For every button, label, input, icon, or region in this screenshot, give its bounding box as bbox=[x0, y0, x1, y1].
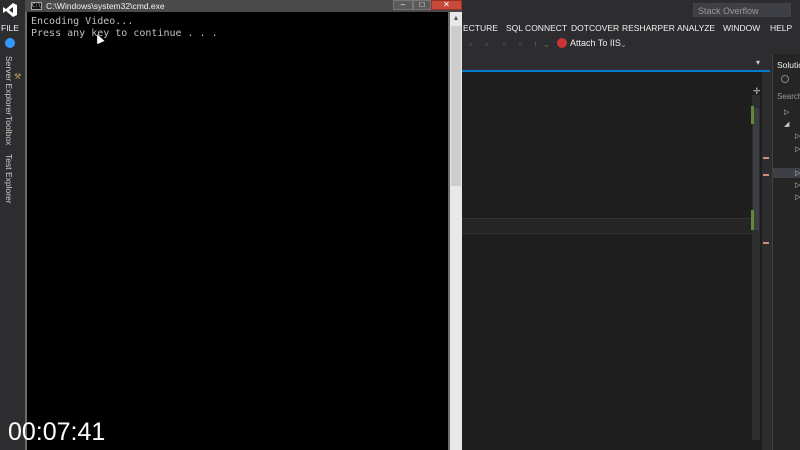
pin-icon[interactable]: ⚒ bbox=[14, 72, 21, 81]
toolbar-button-icon[interactable]: ▫ bbox=[482, 40, 491, 49]
back-button-icon[interactable] bbox=[781, 75, 789, 83]
tab-test-explorer[interactable]: Test Explorer bbox=[4, 154, 14, 204]
collapse-arrow-icon[interactable]: ◢ bbox=[784, 120, 789, 128]
menu-resharper[interactable]: RESHARPER bbox=[622, 23, 675, 33]
menu-window[interactable]: WINDOW bbox=[723, 23, 760, 33]
recording-timer: 00:07:41 bbox=[8, 418, 106, 446]
vs-left-tool-strip: ⚒ Server Explorer Toolbox Test Explorer bbox=[0, 36, 26, 450]
console-text: Encoding Video... Press any key to contin… bbox=[31, 16, 218, 40]
expand-arrow-icon[interactable]: ▷ bbox=[795, 181, 800, 189]
solution-search-input[interactable]: Search bbox=[777, 92, 800, 101]
tab-toolbox[interactable]: Toolbox bbox=[4, 116, 14, 145]
maximize-button[interactable]: □ bbox=[413, 0, 431, 10]
minimize-button[interactable]: – bbox=[393, 0, 413, 10]
editor-tab-strip bbox=[462, 58, 770, 72]
expand-arrow-icon[interactable]: ▷ bbox=[795, 169, 800, 177]
tab-server-explorer[interactable]: Server Explorer bbox=[4, 56, 14, 115]
scroll-up-arrow-icon[interactable]: ▲ bbox=[450, 12, 462, 26]
warning-marker bbox=[763, 242, 769, 244]
toolbar-button-icon[interactable]: ▫ bbox=[466, 40, 475, 49]
change-marker bbox=[751, 210, 754, 230]
menu-help[interactable]: HELP bbox=[770, 23, 792, 33]
close-button[interactable]: ✕ bbox=[431, 0, 462, 10]
quick-launch-search-input[interactable]: Stack Overflow bbox=[693, 3, 791, 17]
console-line: Encoding Video... bbox=[31, 16, 134, 27]
expand-arrow-icon[interactable]: ▷ bbox=[795, 145, 800, 153]
console-line: Press any key to continue . . . bbox=[31, 28, 218, 39]
expand-arrow-icon[interactable]: ▷ bbox=[795, 193, 800, 201]
warning-marker bbox=[763, 157, 769, 159]
menu-architecture[interactable]: ECTURE bbox=[463, 23, 498, 33]
cmd-app-icon[interactable]: C:\ bbox=[31, 2, 42, 10]
editor-current-line bbox=[462, 218, 752, 234]
arrow-up-icon[interactable]: ↑ bbox=[531, 40, 540, 49]
toolbar-button-icon[interactable]: ▫ bbox=[516, 40, 525, 49]
expand-arrow-icon[interactable]: ▷ bbox=[795, 132, 800, 140]
attach-dropdown-chevron-icon[interactable]: ⌄ bbox=[620, 40, 627, 49]
warning-marker bbox=[763, 174, 769, 176]
attach-to-iis-button[interactable]: Attach To IIS bbox=[570, 38, 621, 48]
expand-arrow-icon[interactable]: ▷ bbox=[784, 108, 789, 116]
console-scrollbar-thumb[interactable] bbox=[451, 26, 461, 186]
change-marker bbox=[751, 106, 754, 124]
menu-file[interactable]: FILE bbox=[1, 23, 19, 33]
code-editor[interactable] bbox=[462, 72, 762, 450]
cmd-window-title: C:\Windows\system32\cmd.exe bbox=[46, 1, 165, 11]
tab-dropdown-chevron-icon[interactable]: ▾ bbox=[756, 58, 760, 67]
back-nav-icon[interactable] bbox=[5, 38, 15, 48]
solution-explorer-title: Solutio bbox=[777, 60, 800, 70]
menu-sql-connect[interactable]: SQL CONNECT bbox=[506, 23, 567, 33]
dropdown-chevron-icon[interactable]: ⌄ bbox=[542, 40, 551, 49]
visual-studio-logo-icon bbox=[3, 3, 17, 17]
toolbar-button-icon[interactable]: ▫ bbox=[500, 40, 509, 49]
console-output-area[interactable] bbox=[27, 12, 448, 450]
menu-dotcover[interactable]: DOTCOVER bbox=[571, 23, 619, 33]
menu-analyze[interactable]: ANALYZE bbox=[677, 23, 715, 33]
attach-debugger-icon[interactable] bbox=[557, 38, 567, 48]
